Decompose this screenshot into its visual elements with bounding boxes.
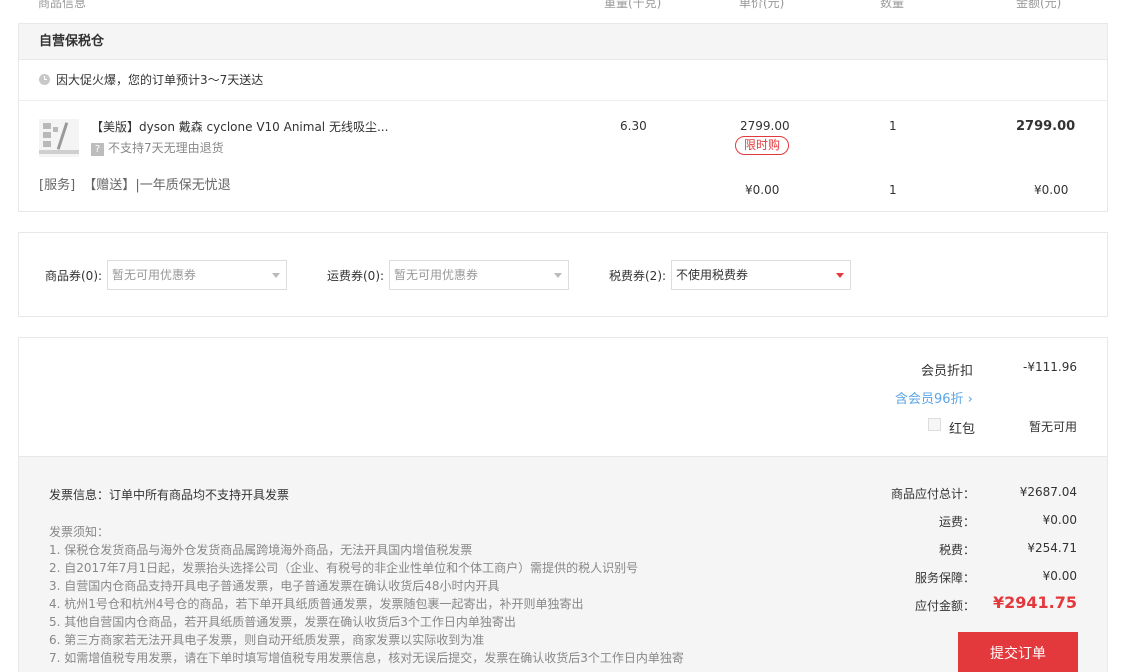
invoice-notes-title: 发票须知： — [49, 525, 110, 539]
col-amount: 金额(元) — [1016, 0, 1062, 10]
product-row: 【美版】dyson 戴森 cyclone V10 Animal 无线吸尘... … — [19, 102, 1107, 172]
no-return-notice: ? 不支持7天无理由退货 — [91, 139, 224, 156]
invoice-note: 7. 如需增值税专用发票，请在下单时填写增值税专用发票信息，核对无误后提交，发票… — [49, 651, 684, 665]
payable-total: ¥2941.75 — [992, 593, 1077, 612]
product-unit-price: 2799.00 — [740, 119, 790, 133]
tax-coupon-label: 税费券(2): — [609, 269, 667, 283]
freight-label: 运费： — [938, 515, 975, 529]
tax-value: ¥254.71 — [1027, 541, 1077, 555]
tax-coupon-value: 不使用税费券 — [676, 268, 749, 282]
coupon-box: 商品券(0): 暂无可用优惠券 运费券(0): 暂无可用优惠券 税费券(2): … — [18, 232, 1108, 317]
goods-coupon-select[interactable]: 暂无可用优惠券 — [107, 260, 287, 290]
warehouse-title: 自营保税仓 — [19, 24, 1107, 60]
freight-coupon-label: 运费券(0): — [327, 269, 385, 283]
column-header: 商品信息 重量(千克) 单价(元) 数量 金额(元) — [0, 0, 1139, 14]
invoice-note: 1. 保税仓发货商品与海外仓发货商品属跨境海外商品，无法开具国内增值税发票 — [49, 543, 473, 557]
chevron-down-icon — [836, 273, 844, 278]
product-quantity: 1 — [889, 119, 897, 133]
order-box: 自营保税仓 因大促火爆，您的订单预计3～7天送达 【美版】dyson 戴森 cy… — [18, 23, 1108, 212]
product-title-link[interactable]: 【美版】dyson 戴森 cyclone V10 Animal 无线吸尘... — [91, 118, 388, 135]
member-discount-value: -¥111.96 — [1023, 360, 1077, 374]
delivery-notice: 因大促火爆，您的订单预计3～7天送达 — [19, 60, 1107, 101]
service-label: [服务] — [39, 178, 76, 193]
payable-label: 应付金额： — [914, 599, 975, 613]
service-guarantee-value: ¥0.00 — [1042, 569, 1077, 583]
service-row: [服务] 【赠送】|一年质保无忧退 — [39, 174, 231, 193]
help-icon[interactable]: ? — [91, 143, 104, 156]
invoice-note: 6. 第三方商家若无法开具电子发票，则自动开纸质发票，商家发票以实际收到为准 — [49, 633, 485, 647]
invoice-info: 发票信息：订单中所有商品均不支持开具发票 — [49, 488, 290, 502]
invoice-notes: 发票须知： 1. 保税仓发货商品与海外仓发货商品属跨境海外商品，无法开具国内增值… — [49, 523, 684, 667]
col-weight: 重量(千克) — [604, 0, 662, 10]
service-guarantee-label: 服务保障： — [914, 571, 975, 585]
discount-box: 会员折扣 -¥111.96 含会员96折 › 红包 暂无可用 — [18, 337, 1108, 457]
freight-coupon-select[interactable]: 暂无可用优惠券 — [389, 260, 569, 290]
invoice-note: 5. 其他自营国内仓商品，若开具纸质普通发票，发票在确认收货后3个工作日内单独寄… — [49, 615, 516, 629]
service-unit-price: ¥0.00 — [745, 183, 780, 197]
service-text: |一年质保无忧退 — [135, 178, 231, 193]
no-return-text: 不支持7天无理由退货 — [108, 141, 224, 155]
invoice-note: 3. 自营国内仓商品支持开具电子普通发票，电子普通发票在确认收货后48小时内开具 — [49, 579, 500, 593]
goods-coupon-value: 暂无可用优惠券 — [112, 268, 197, 282]
goods-total-label: 商品应付总计： — [890, 487, 975, 501]
freight-value: ¥0.00 — [1042, 513, 1077, 527]
tax-coupon-select[interactable]: 不使用税费券 — [671, 260, 851, 290]
redpacket-label: 红包 — [949, 422, 976, 437]
redpacket-value: 暂无可用 — [1028, 420, 1077, 434]
summary-box: 发票信息：订单中所有商品均不支持开具发票 发票须知： 1. 保税仓发货商品与海外… — [18, 456, 1108, 672]
service-quantity: 1 — [889, 183, 897, 197]
col-unit-price: 单价(元) — [739, 0, 785, 10]
col-product-info: 商品信息 — [38, 0, 87, 10]
gift-tag: 【赠送】 — [83, 178, 136, 193]
goods-total-value: ¥2687.04 — [1019, 485, 1077, 499]
product-amount: 2799.00 — [1016, 119, 1076, 134]
member-discount-link[interactable]: 含会员96折 › — [895, 388, 973, 407]
product-thumbnail[interactable] — [39, 119, 79, 157]
chevron-down-icon — [554, 273, 562, 278]
delivery-notice-text: 因大促火爆，您的订单预计3～7天送达 — [56, 73, 264, 87]
limited-sale-badge: 限时购 — [735, 136, 789, 155]
goods-coupon-label: 商品券(0): — [45, 269, 103, 283]
member-discount-label: 会员折扣 — [921, 364, 974, 379]
chevron-down-icon — [272, 273, 280, 278]
freight-coupon-value: 暂无可用优惠券 — [394, 268, 479, 282]
invoice-note: 4. 杭州1号仓和杭州4号仓的商品，若下单开具纸质普通发票，发票随包裹一起寄出，… — [49, 597, 584, 611]
invoice-note: 2. 自2017年7月1日起，发票抬头选择公司（企业、有税号的非企业性单位和个体… — [49, 561, 639, 575]
product-weight: 6.30 — [620, 119, 647, 133]
tax-label: 税费： — [938, 543, 975, 557]
redpacket-checkbox[interactable] — [928, 418, 941, 431]
clock-icon — [39, 74, 50, 85]
service-amount: ¥0.00 — [1034, 183, 1069, 197]
submit-order-button[interactable]: 提交订单 — [958, 632, 1078, 672]
col-quantity: 数量 — [880, 0, 905, 10]
